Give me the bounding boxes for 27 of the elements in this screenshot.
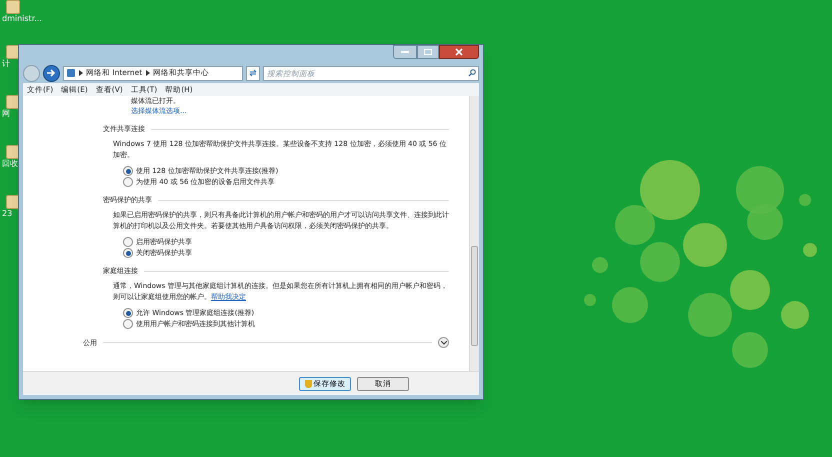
chevron-icon <box>440 340 446 344</box>
radio-button[interactable] <box>123 177 133 187</box>
close-icon <box>455 48 463 56</box>
scrollbar[interactable] <box>469 96 479 371</box>
radio-button[interactable] <box>123 319 133 329</box>
chevron-icon <box>146 70 150 76</box>
radio-button[interactable] <box>123 237 133 247</box>
chevron-icon <box>79 70 83 76</box>
close-button[interactable] <box>439 45 479 59</box>
radio-button[interactable] <box>123 248 133 258</box>
desktop-icon-label: dministr... <box>2 14 42 24</box>
desktop-icon-label: 网 <box>2 109 10 119</box>
refresh-button[interactable] <box>246 66 260 80</box>
search-icon <box>468 68 476 76</box>
shield-icon <box>304 380 312 388</box>
minimize-button[interactable] <box>393 45 417 59</box>
desktop-icon-label: 计 <box>2 59 10 69</box>
expand-button[interactable] <box>438 337 449 348</box>
maximize-button[interactable] <box>417 45 439 59</box>
desktop-icon-label: 23 <box>2 209 12 219</box>
refresh-icon <box>249 69 257 77</box>
radio-button[interactable] <box>123 308 133 318</box>
forward-button[interactable] <box>43 64 60 82</box>
desktop-icon-label: 回收 <box>2 159 18 169</box>
radio-button[interactable] <box>123 166 133 176</box>
scrollbar-thumb[interactable] <box>471 246 478 346</box>
arrow-icon <box>47 69 56 77</box>
